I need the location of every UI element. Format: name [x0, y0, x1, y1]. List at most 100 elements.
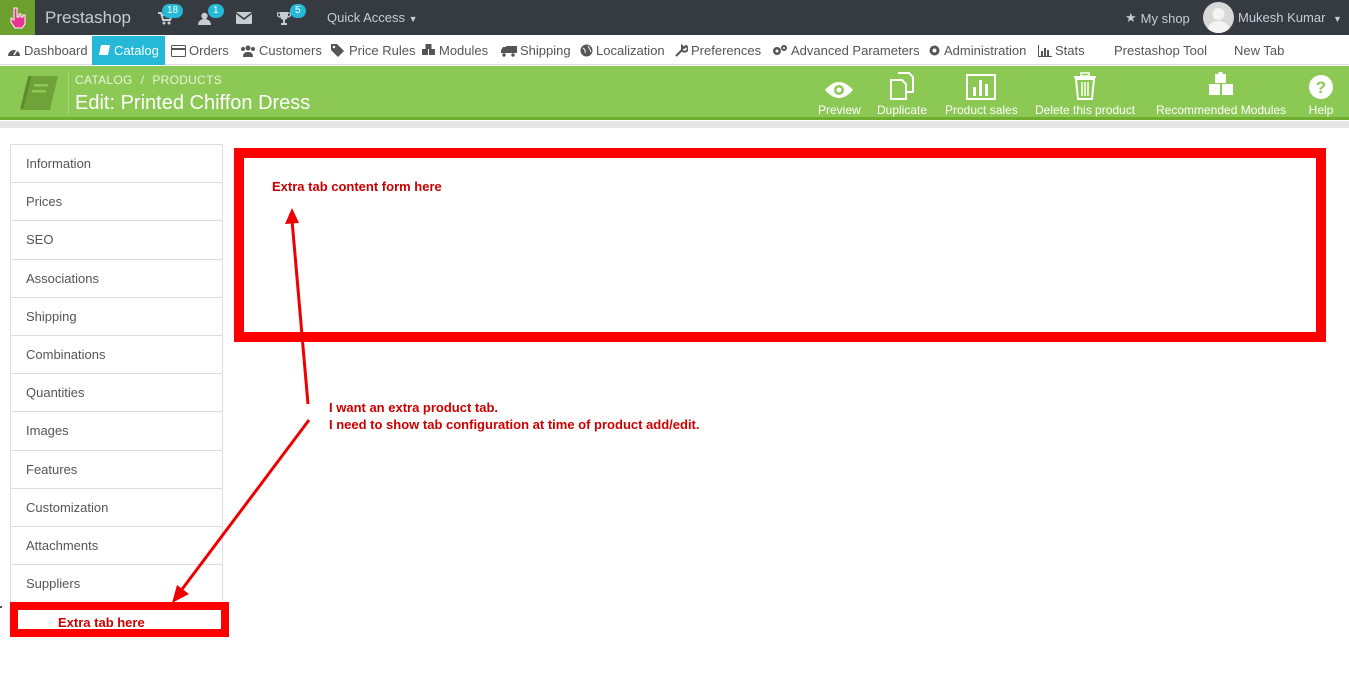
svg-text:?: ? [1316, 78, 1326, 97]
nav-label: Price Rules [349, 43, 416, 58]
caret-down-icon: ▼ [1333, 14, 1342, 24]
duplicate-label: Duplicate [877, 103, 928, 117]
cog-icon [929, 45, 940, 56]
tab-seo[interactable]: SEO [11, 221, 222, 260]
nav-modules[interactable]: Modules [422, 36, 488, 65]
tab-shipping[interactable]: Shipping [11, 298, 222, 336]
nav-label: Advanced Parameters [791, 43, 920, 58]
delete-product-button[interactable]: Delete this product [1035, 70, 1135, 117]
book-icon [99, 45, 110, 55]
tab-combinations[interactable]: Combinations [11, 336, 222, 375]
top-bar: Prestashop 18 1 5 Quick Access ▼ ★ My sh… [0, 0, 1349, 35]
page-title: Edit: Printed Chiffon Dress [75, 92, 311, 114]
nav-customers[interactable]: Customers [240, 36, 322, 65]
my-shop-link[interactable]: ★ My shop [1125, 10, 1190, 26]
cart-badge: 18 [162, 4, 184, 18]
tab-suppliers[interactable]: Suppliers [11, 565, 222, 604]
group-icon [241, 45, 255, 57]
nav-label: Administration [944, 43, 1027, 58]
quick-access-label: Quick Access [327, 10, 406, 25]
extra-tab-label: Extra tab here [58, 615, 145, 630]
quick-access-dropdown[interactable]: Quick Access ▼ [327, 10, 418, 25]
tab-prices[interactable]: Prices [11, 183, 222, 222]
annotation-note: I want an extra product tab. I need to s… [329, 399, 700, 433]
preview-label: Preview [818, 103, 861, 117]
trophy-badge: 5 [290, 4, 306, 18]
nav-orders[interactable]: Orders [171, 36, 229, 65]
nav-label: Shipping [520, 43, 571, 58]
recommended-modules-button[interactable]: Recommended Modules [1156, 70, 1286, 117]
wrench-icon [675, 44, 688, 57]
nav-new-tab[interactable]: New Tab [1234, 36, 1284, 65]
preview-button[interactable]: Preview [818, 70, 861, 117]
customers-badge: 1 [208, 4, 224, 18]
star-icon: ★ [1125, 10, 1137, 25]
nav-label: Catalog [114, 43, 159, 58]
nav-label: Dashboard [24, 43, 88, 58]
tab-quantities[interactable]: Quantities [11, 374, 222, 413]
nav-advanced-parameters[interactable]: Advanced Parameters [772, 36, 920, 65]
bar-chart-icon [1038, 44, 1052, 57]
eye-icon [824, 70, 854, 100]
nav-label: Orders [189, 43, 229, 58]
header-divider [68, 72, 69, 114]
extra-tab-content-annotation [234, 148, 1326, 342]
credit-card-icon [171, 44, 186, 57]
copy-icon [888, 70, 916, 100]
breadcrumb-products[interactable]: PRODUCTS [152, 73, 222, 87]
breadcrumb: CATALOG / PRODUCTS [75, 73, 223, 87]
recommended-modules-label: Recommended Modules [1156, 103, 1287, 117]
nav-shipping[interactable]: Shipping [501, 36, 571, 65]
nav-label: New Tab [1234, 43, 1285, 58]
bullet-dot [0, 606, 2, 608]
nav-price-rules[interactable]: Price Rules [331, 36, 415, 65]
breadcrumb-catalog[interactable]: CATALOG [75, 73, 133, 87]
puzzle-icon [1207, 70, 1235, 100]
nav-label: Localization [596, 43, 665, 58]
duplicate-button[interactable]: Duplicate [877, 70, 927, 117]
user-menu[interactable]: Mukesh Kumar ▼ [1238, 10, 1342, 25]
nav-label: Modules [439, 43, 489, 58]
nav-catalog[interactable]: Catalog [92, 36, 165, 65]
main-nav: Dashboard Catalog Orders Customers Price… [0, 36, 1349, 65]
content-box-label: Extra tab content form here [272, 179, 442, 194]
trash-icon [1073, 70, 1097, 100]
nav-preferences[interactable]: Preferences [675, 36, 761, 65]
help-label: Help [1308, 103, 1334, 117]
my-shop-label: My shop [1140, 10, 1190, 26]
header-shadow [0, 121, 1349, 128]
tab-images[interactable]: Images [11, 412, 222, 451]
tab-attachments[interactable]: Attachments [11, 527, 222, 566]
tab-associations[interactable]: Associations [11, 260, 222, 298]
nav-stats[interactable]: Stats [1038, 36, 1085, 65]
question-icon: ? [1308, 70, 1334, 100]
dashboard-icon [8, 49, 20, 56]
puzzle-icon [422, 44, 435, 55]
tab-information[interactable]: Information [11, 145, 222, 184]
tab-features[interactable]: Features [11, 451, 222, 489]
extra-tab-annotation: Extra tab here [10, 602, 229, 637]
globe-icon [580, 44, 593, 57]
nav-localization[interactable]: Localization [580, 36, 665, 65]
product-sales-button[interactable]: Product sales [945, 70, 1018, 117]
bar-chart-icon [966, 70, 997, 100]
shop-title[interactable]: Prestashop [45, 8, 131, 28]
nav-administration[interactable]: Administration [928, 36, 1026, 65]
caret-down-icon: ▼ [408, 14, 418, 24]
nav-dashboard[interactable]: Dashboard [7, 36, 88, 65]
note-line-1: I want an extra product tab. [329, 400, 499, 415]
cogs-icon [773, 45, 787, 55]
delete-product-label: Delete this product [1035, 103, 1136, 117]
avatar[interactable] [1203, 2, 1234, 33]
product-sales-label: Product sales [945, 103, 1018, 117]
nav-prestashop-tool[interactable]: Prestashop Tool [1114, 36, 1207, 65]
envelope-icon[interactable] [234, 8, 254, 28]
help-button[interactable]: ? Help [1308, 70, 1334, 117]
page-header: CATALOG / PRODUCTS Edit: Printed Chiffon D… [0, 66, 1349, 120]
nav-label: Customers [259, 43, 322, 58]
nav-label: Prestashop Tool [1114, 43, 1207, 58]
truck-icon [501, 45, 517, 57]
book-icon [18, 74, 60, 117]
logo-icon[interactable] [0, 0, 35, 35]
tab-customization[interactable]: Customization [11, 489, 222, 527]
